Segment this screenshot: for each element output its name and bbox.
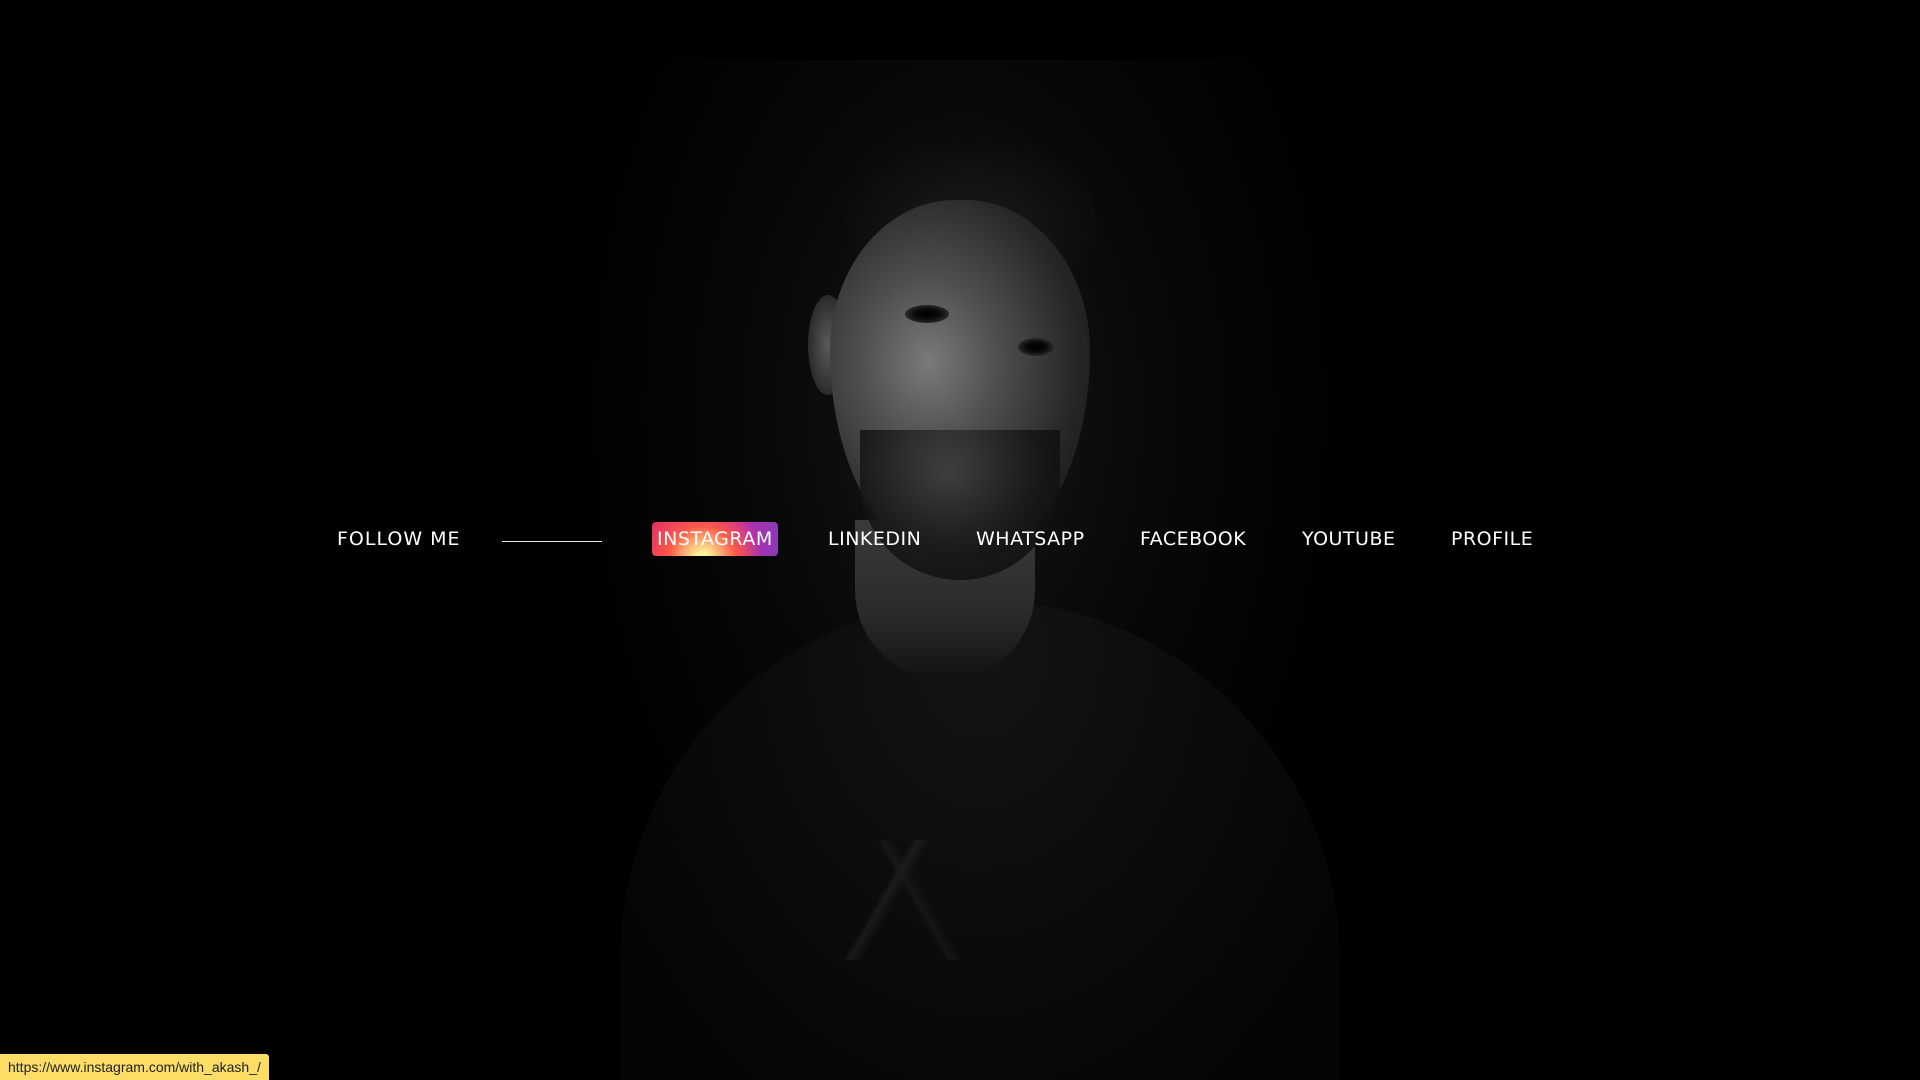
social-nav: FOLLOW ME INSTAGRAM LINKEDIN WHATSAPP FA… <box>0 522 1920 562</box>
divider-line <box>502 541 602 542</box>
portrait-shirt <box>620 600 1340 1080</box>
page: FOLLOW ME INSTAGRAM LINKEDIN WHATSAPP FA… <box>0 0 1920 1080</box>
portrait-ear <box>808 295 848 395</box>
nav-link-whatsapp[interactable]: WHATSAPP <box>976 528 1085 550</box>
nav-link-instagram[interactable]: INSTAGRAM <box>652 522 778 556</box>
nav-link-linkedin[interactable]: LINKEDIN <box>828 528 921 550</box>
portrait-eye-right <box>1018 338 1054 356</box>
browser-status-url: https://www.instagram.com/with_akash_/ <box>0 1054 269 1080</box>
nav-link-facebook[interactable]: FACEBOOK <box>1140 528 1246 550</box>
portrait-eye-left <box>905 305 949 323</box>
follow-me-label: FOLLOW ME <box>337 528 461 550</box>
portrait-hair <box>845 140 1095 280</box>
nav-link-profile[interactable]: PROFILE <box>1451 528 1533 550</box>
portrait-face <box>830 200 1090 560</box>
nav-link-youtube[interactable]: YOUTUBE <box>1302 528 1395 550</box>
shirt-print <box>780 840 1040 960</box>
